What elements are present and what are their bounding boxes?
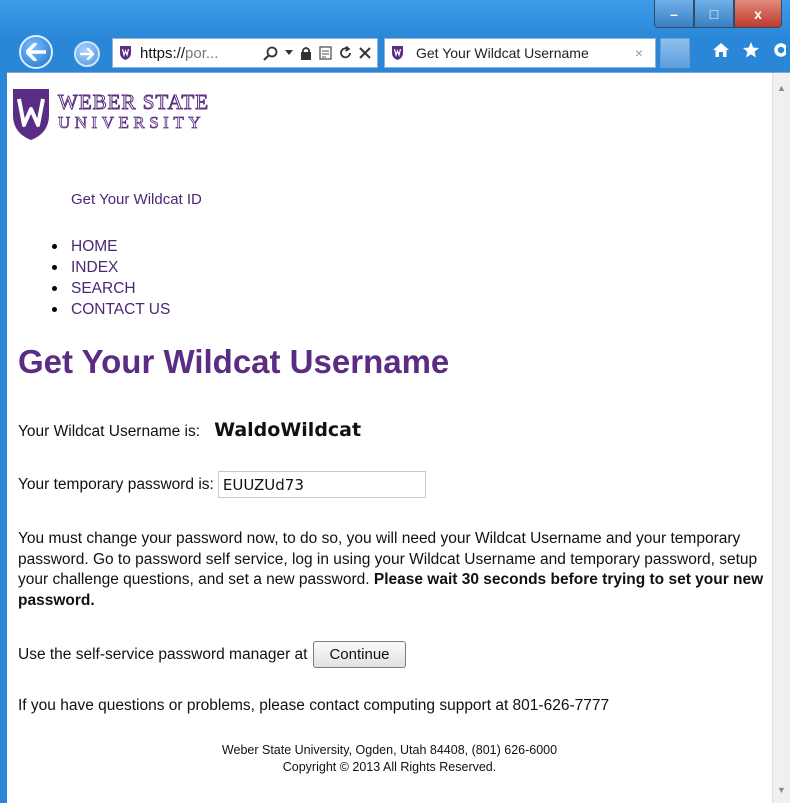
main-nav: HOME INDEX SEARCH CONTACT US bbox=[19, 236, 170, 320]
site-shield-icon bbox=[392, 46, 403, 60]
crest-icon bbox=[13, 89, 49, 140]
browser-window: – □ x https:// por... Get Your Wildcat U… bbox=[0, 0, 790, 803]
nav-item-contact-us[interactable]: CONTACT US bbox=[51, 299, 170, 320]
password-row: Your temporary password is: bbox=[18, 471, 426, 498]
tab-title: Get Your Wildcat Username bbox=[416, 45, 589, 61]
new-tab-button[interactable] bbox=[660, 38, 690, 68]
window-controls: – □ x bbox=[654, 0, 782, 28]
temporary-password-field[interactable] bbox=[217, 471, 426, 498]
username-label: Your Wildcat Username is: bbox=[18, 423, 201, 440]
maximize-button[interactable]: □ bbox=[694, 0, 734, 28]
home-icon[interactable] bbox=[712, 41, 730, 59]
browser-navbar: https:// por... Get Your Wildcat Usernam… bbox=[0, 34, 790, 70]
minimize-button[interactable]: – bbox=[654, 0, 694, 28]
scroll-down-icon[interactable]: ▼ bbox=[777, 785, 786, 795]
refresh-icon[interactable] bbox=[339, 46, 352, 60]
nav-item-index[interactable]: INDEX bbox=[51, 257, 170, 278]
site-shield-icon bbox=[120, 46, 131, 60]
search-icon[interactable] bbox=[263, 46, 278, 61]
footer-copyright: Copyright © 2013 All Rights Reserved. bbox=[282, 760, 497, 774]
lock-icon[interactable] bbox=[300, 46, 312, 60]
arrow-left-icon bbox=[26, 43, 46, 61]
url-host: por... bbox=[185, 44, 219, 62]
instructions-paragraph: You must change your password now, to do… bbox=[18, 529, 766, 611]
scroll-up-icon[interactable]: ▲ bbox=[777, 83, 786, 93]
arrow-right-icon bbox=[80, 48, 94, 60]
nav-item-search[interactable]: SEARCH bbox=[51, 278, 170, 299]
nav-item-home[interactable]: HOME bbox=[51, 236, 170, 257]
username-value: WaldoWildcat bbox=[214, 419, 362, 441]
tab-active[interactable]: Get Your Wildcat Username × bbox=[384, 38, 656, 68]
self-service-label: Use the self-service password manager at bbox=[18, 645, 308, 663]
page-title: Get Your Wildcat Username bbox=[18, 343, 450, 380]
logo-wordmark: WEBER STATE UNIVERSITY bbox=[57, 90, 210, 133]
url-scheme: https:// bbox=[140, 44, 186, 62]
self-service-row: Use the self-service password manager at… bbox=[18, 641, 406, 668]
address-bar[interactable]: https:// por... bbox=[112, 38, 378, 68]
password-label: Your temporary password is: bbox=[18, 475, 214, 493]
compatibility-view-icon[interactable] bbox=[319, 46, 332, 60]
page-viewport: WEBER STATE UNIVERSITY Get Your Wildcat … bbox=[7, 72, 790, 803]
stop-icon[interactable] bbox=[359, 47, 371, 59]
site-tagline-link[interactable]: Get Your Wildcat ID bbox=[71, 191, 202, 208]
address-tools bbox=[263, 46, 377, 61]
vertical-scrollbar[interactable]: ▲ ▼ bbox=[772, 73, 790, 803]
back-button[interactable] bbox=[19, 35, 53, 69]
logo-line-1: WEBER STATE bbox=[57, 90, 210, 114]
gear-icon[interactable] bbox=[772, 41, 786, 59]
support-text: If you have questions or problems, pleas… bbox=[18, 697, 610, 714]
chevron-down-icon[interactable] bbox=[285, 50, 293, 56]
university-logo[interactable]: WEBER STATE UNIVERSITY bbox=[11, 87, 209, 141]
tab-close-icon[interactable]: × bbox=[635, 45, 643, 61]
browser-toolbar bbox=[712, 41, 786, 59]
star-icon[interactable] bbox=[742, 41, 760, 59]
forward-button[interactable] bbox=[74, 41, 100, 67]
logo-line-2: UNIVERSITY bbox=[58, 113, 205, 133]
username-row: Your Wildcat Username is: WaldoWildcat bbox=[18, 419, 361, 441]
continue-button[interactable]: Continue bbox=[313, 641, 406, 668]
page-footer: Weber State University, Ogden, Utah 8440… bbox=[7, 742, 772, 776]
close-window-button[interactable]: x bbox=[734, 0, 782, 28]
footer-address: Weber State University, Ogden, Utah 8440… bbox=[221, 743, 558, 757]
